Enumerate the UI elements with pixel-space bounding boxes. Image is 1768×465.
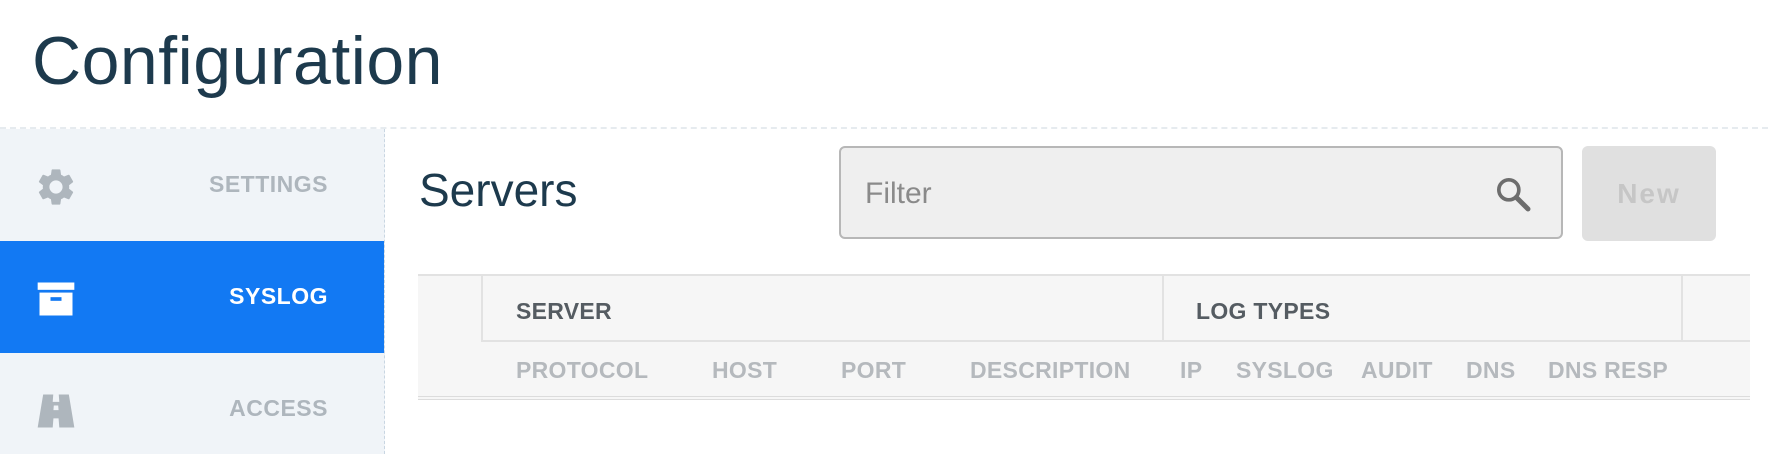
archive-box-icon: [37, 282, 75, 316]
sidebar: SETTINGS SYSLOG ACCESS: [0, 129, 385, 454]
search-icon: [1497, 178, 1531, 212]
road-icon: [37, 394, 75, 428]
column-header-dns[interactable]: DNS: [1466, 357, 1515, 384]
sidebar-item-syslog[interactable]: SYSLOG: [0, 241, 384, 353]
column-header-ip[interactable]: IP: [1180, 357, 1202, 384]
sidebar-item-access[interactable]: ACCESS: [0, 353, 384, 465]
column-header-audit[interactable]: AUDIT: [1361, 357, 1433, 384]
column-divider: [1681, 276, 1683, 340]
column-header-host[interactable]: HOST: [712, 357, 777, 384]
column-header-dns-resp[interactable]: DNS RESP: [1548, 357, 1668, 384]
page-title: Configuration: [32, 23, 443, 99]
column-header-port[interactable]: PORT: [841, 357, 906, 384]
column-divider: [481, 276, 483, 340]
gear-icon: [38, 169, 74, 205]
new-button[interactable]: New: [1582, 146, 1716, 241]
filter-input[interactable]: [863, 166, 1467, 222]
column-header-description[interactable]: DESCRIPTION: [970, 357, 1130, 384]
column-divider: [1162, 276, 1164, 340]
header-divider: [481, 340, 1750, 342]
group-header-server: SERVER: [516, 298, 612, 324]
section-title: Servers: [419, 164, 578, 216]
column-header-protocol[interactable]: PROTOCOL: [516, 357, 648, 384]
sidebar-item-label: SETTINGS: [208, 171, 328, 197]
filter-field[interactable]: [839, 146, 1563, 239]
sidebar-item-label: ACCESS: [229, 395, 328, 421]
group-header-log-types: LOG TYPES: [1196, 298, 1331, 324]
servers-table: SERVER LOG TYPES PROTOCOL HOST PORT DESC…: [418, 274, 1750, 400]
column-header-syslog[interactable]: SYSLOG: [1236, 357, 1334, 384]
sidebar-item-settings[interactable]: SETTINGS: [0, 129, 384, 241]
sidebar-item-label: SYSLOG: [229, 283, 328, 309]
